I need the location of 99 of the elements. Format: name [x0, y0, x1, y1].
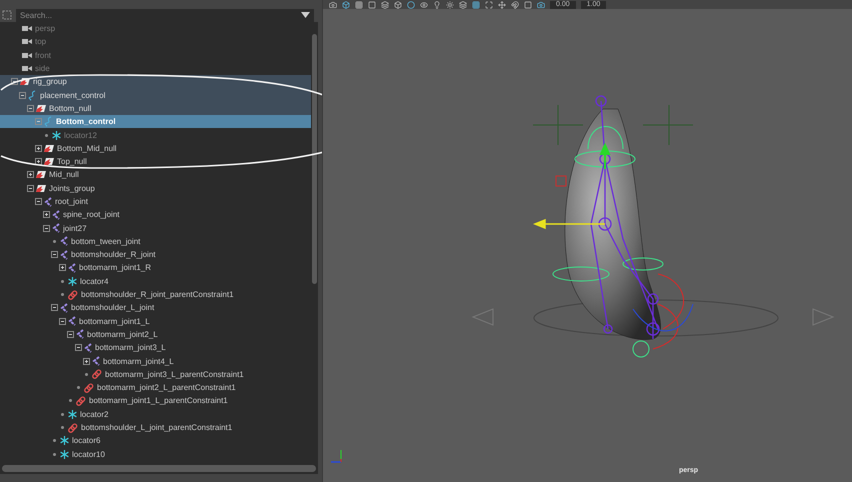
outliner-row[interactable]: Bottom_Mid_null	[0, 142, 311, 155]
outliner-row[interactable]: placement_control	[0, 88, 311, 102]
toolbar-icon[interactable]	[498, 0, 506, 8]
expand-icon[interactable]	[27, 171, 34, 178]
expand-icon[interactable]	[59, 264, 66, 272]
collapse-icon[interactable]	[27, 184, 34, 192]
outliner-row[interactable]: bottom_tween_joint	[0, 234, 311, 248]
collapse-icon[interactable]	[43, 224, 50, 232]
toolbar-icon[interactable]	[433, 0, 441, 8]
outliner-row[interactable]: Bottom_null	[0, 102, 311, 116]
joint-icon	[44, 196, 52, 206]
link-icon	[84, 382, 94, 393]
outliner-row[interactable]: bottomarm_joint2_L_parentConstraint1	[0, 381, 311, 394]
outliner-row[interactable]: locator4	[0, 274, 311, 288]
outliner-row[interactable]: locator2	[0, 408, 311, 421]
toolbar-icon[interactable]	[329, 0, 337, 8]
outliner-row[interactable]: Top_null	[0, 154, 311, 168]
expand-icon[interactable]	[83, 358, 90, 365]
collapse-icon[interactable]	[35, 198, 42, 205]
toolbar-icon[interactable]	[420, 0, 428, 8]
toolbar-icon[interactable]	[537, 0, 545, 8]
link-icon	[76, 396, 86, 406]
outliner-row[interactable]: locator6	[0, 434, 311, 448]
toolbar-icon[interactable]	[524, 0, 532, 8]
outliner-row[interactable]: Bottom_control	[0, 115, 311, 128]
collapse-icon[interactable]	[51, 304, 58, 312]
toolbar-icon[interactable]	[485, 0, 493, 8]
toolbar-icon[interactable]	[459, 0, 467, 8]
camera-icon	[22, 65, 32, 72]
joint-icon	[92, 356, 100, 366]
group-node-icon	[36, 104, 46, 113]
toolbar-icon[interactable]	[446, 0, 454, 8]
outliner-row[interactable]: bottomshoulder_R_joint	[0, 248, 311, 262]
group-node-icon	[36, 184, 46, 193]
collapse-icon[interactable]	[59, 318, 66, 325]
joint-icon	[60, 250, 68, 260]
joint-icon	[68, 262, 76, 273]
toolbar-icon[interactable]	[394, 0, 402, 8]
horizontal-scrollbar[interactable]	[0, 462, 318, 474]
joint-icon	[60, 236, 68, 246]
joint-icon	[68, 316, 76, 326]
locator-icon	[52, 130, 61, 140]
joint-icon	[84, 342, 92, 353]
outliner-row[interactable]: rig_group	[0, 75, 311, 88]
group-node-icon	[36, 170, 46, 180]
outliner-row[interactable]: bottomarm_joint3_L	[0, 341, 311, 354]
toolbar-icon[interactable]	[368, 0, 376, 8]
outliner-row[interactable]: locator10	[0, 448, 311, 461]
outliner-row[interactable]: bottomarm_joint1_L_parentConstraint1	[0, 394, 311, 408]
outliner-row[interactable]: bottomarm_joint4_L	[0, 354, 311, 368]
joint-icon	[52, 210, 60, 220]
vertical-scrollbar[interactable]	[311, 22, 318, 462]
expand-icon[interactable]	[35, 144, 42, 152]
collapse-icon[interactable]	[11, 78, 18, 86]
toolbar-icon[interactable]	[342, 0, 350, 8]
collapse-icon[interactable]	[27, 104, 34, 112]
camera-icon	[22, 38, 32, 46]
curve-icon	[28, 90, 37, 101]
joint-icon	[76, 329, 84, 340]
group-node-icon	[44, 157, 54, 166]
link-icon	[68, 422, 78, 433]
collapse-icon[interactable]	[67, 330, 74, 338]
collapse-icon[interactable]	[19, 92, 26, 99]
joint-icon	[52, 223, 60, 234]
toolbar-icon[interactable]	[472, 0, 480, 8]
outliner-row[interactable]: Joints_group	[0, 182, 311, 195]
outliner-row[interactable]: Mid_null	[0, 168, 311, 182]
outliner-row[interactable]: bottomshoulder_L_joint	[0, 301, 311, 315]
group-node-icon	[20, 77, 30, 86]
locator-icon	[60, 450, 69, 459]
outliner-row[interactable]: bottomarm_joint1_R	[0, 261, 311, 275]
expand-icon[interactable]	[43, 211, 50, 218]
locator-icon	[60, 436, 69, 446]
link-icon	[68, 290, 78, 300]
locator-icon	[68, 276, 77, 286]
outliner-row[interactable]: bottomarm_joint1_L	[0, 314, 311, 328]
select-frame-icon[interactable]	[2, 10, 12, 20]
curve-icon	[44, 116, 53, 128]
outliner-row[interactable]: bottomarm_joint3_L_parentConstraint1	[0, 368, 311, 382]
toolbar-icon[interactable]	[381, 0, 389, 8]
camera-icon	[22, 52, 32, 59]
outliner-row[interactable]: spine_root_joint	[0, 208, 311, 222]
outliner-row[interactable]: bottomarm_joint2_L	[0, 328, 311, 342]
expand-icon[interactable]	[35, 158, 42, 166]
group-node-icon	[44, 144, 54, 153]
link-icon	[92, 369, 102, 380]
dropdown-caret-icon[interactable]	[301, 12, 310, 18]
joint-icon	[60, 302, 68, 313]
outliner-row[interactable]: root_joint	[0, 194, 311, 208]
toolbar-icon[interactable]	[355, 0, 363, 8]
collapse-icon[interactable]	[51, 251, 58, 258]
collapse-icon[interactable]	[75, 344, 82, 352]
outliner-row[interactable]: bottomshoulder_L_joint_parentConstraint1	[0, 420, 311, 434]
toolbar-icon[interactable]	[511, 0, 519, 8]
toolbar-icon[interactable]	[407, 0, 415, 8]
outliner-row[interactable]: bottomshoulder_R_joint_parentConstraint1	[0, 288, 311, 302]
outliner-row[interactable]: joint27	[0, 221, 311, 235]
camera-icon	[22, 25, 32, 32]
locator-icon	[68, 410, 77, 419]
